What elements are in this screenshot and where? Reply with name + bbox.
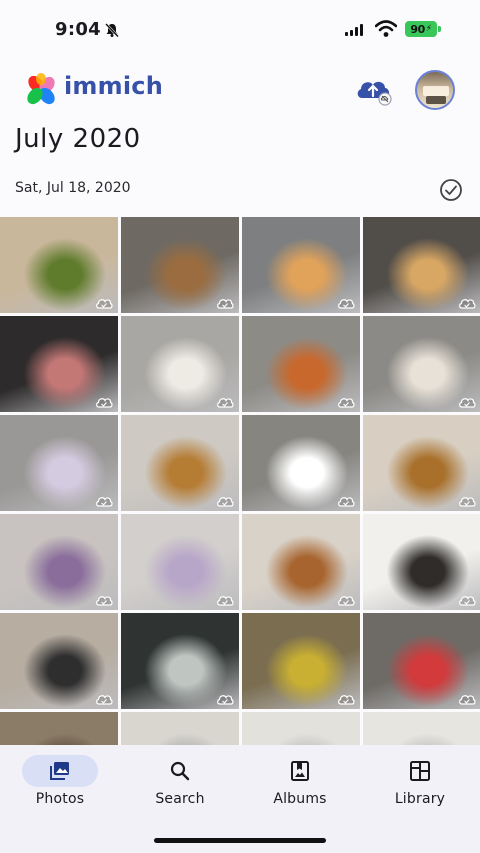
select-day-check-icon[interactable] [439,178,463,202]
nav-label: Search [155,791,205,807]
cloud-synced-icon [337,295,355,309]
cloud-synced-icon [95,394,113,408]
photo-thumbnail[interactable] [242,217,360,313]
search-icon [168,759,192,783]
status-time: 9:04 [55,19,101,40]
cloud-synced-icon [458,394,476,408]
photo-thumbnail[interactable] [242,712,360,745]
nav-label: Albums [273,791,327,807]
photo-thumbnail[interactable] [121,613,239,709]
photo-thumbnail[interactable] [363,514,480,610]
cloud-synced-icon [337,691,355,705]
immich-logo-icon [27,73,55,105]
bottom-navigation: Photos Search Albums Library [0,745,480,853]
photo-thumbnail[interactable] [242,415,360,511]
bell-off-icon [105,23,119,38]
photo-thumbnail[interactable] [121,217,239,313]
cloud-synced-icon [458,295,476,309]
status-bar: 9:04 90 ⚡ [0,0,480,58]
photo-thumbnail[interactable] [121,415,239,511]
photo-thumbnail[interactable] [0,514,118,610]
cloud-synced-icon [95,295,113,309]
photo-thumbnail[interactable] [0,613,118,709]
photo-thumbnail[interactable] [242,316,360,412]
cloud-synced-icon [95,592,113,606]
cloud-synced-icon [337,493,355,507]
month-title: July 2020 [15,124,141,154]
cloud-synced-icon [458,691,476,705]
app-name[interactable]: immich [64,72,163,100]
battery-indicator: 90 ⚡ [405,21,437,37]
cloud-synced-icon [458,493,476,507]
photo-thumbnail[interactable] [0,316,118,412]
cloud-synced-icon [216,394,234,408]
cloud-synced-icon [216,691,234,705]
cloud-synced-icon [337,394,355,408]
photo-thumbnail[interactable] [0,712,118,745]
cloud-synced-icon [216,493,234,507]
photo-thumbnail[interactable] [363,217,480,313]
photo-thumbnail[interactable] [0,415,118,511]
photo-thumbnail[interactable] [121,712,239,745]
photo-thumbnail[interactable] [0,217,118,313]
app-header: immich [0,64,480,112]
cloud-synced-icon [95,493,113,507]
photos-icon [48,759,72,783]
nav-label: Library [394,791,446,807]
battery-tip [438,26,441,32]
photo-thumbnail[interactable] [242,514,360,610]
photo-thumbnail[interactable] [242,613,360,709]
photo-thumbnail[interactable] [363,613,480,709]
cloud-synced-icon [95,691,113,705]
cloud-synced-icon [337,592,355,606]
cloud-synced-icon [216,295,234,309]
cloud-synced-icon [216,592,234,606]
avatar[interactable] [415,70,455,110]
photo-thumbnail[interactable] [121,514,239,610]
photo-thumbnail[interactable] [363,415,480,511]
photo-grid [0,217,480,745]
day-label: Sat, Jul 18, 2020 [15,180,131,196]
cloud-synced-icon [458,592,476,606]
albums-icon [288,759,312,783]
library-icon [408,759,432,783]
cellular-signal-icon [345,24,367,36]
photo-thumbnail[interactable] [363,712,480,745]
photo-thumbnail[interactable] [121,316,239,412]
home-indicator [154,838,326,843]
nav-label: Photos [35,791,85,807]
wifi-icon [375,20,397,37]
photo-thumbnail[interactable] [363,316,480,412]
cloud-upload-icon[interactable] [354,72,394,108]
